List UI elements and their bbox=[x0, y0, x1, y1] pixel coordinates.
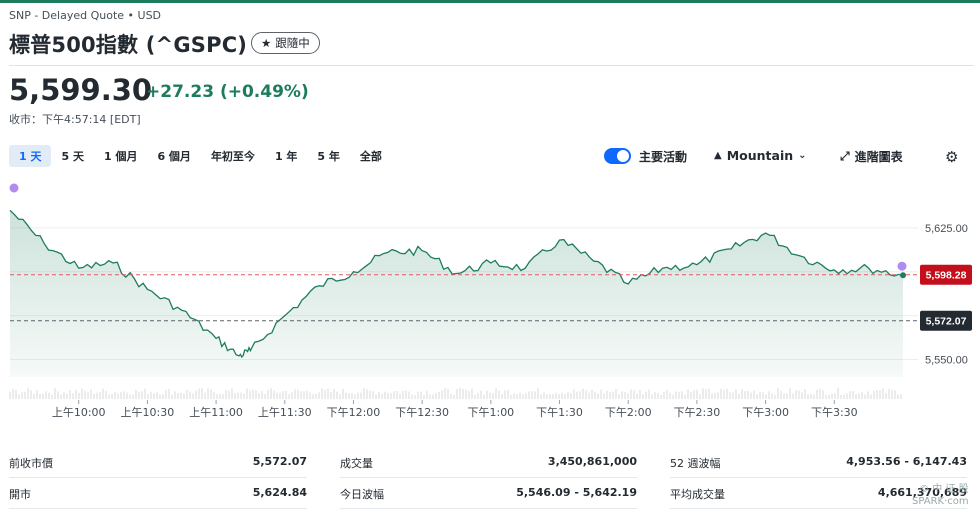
range-tab-all[interactable]: 全部 bbox=[350, 145, 392, 167]
change-value: +27.23 bbox=[146, 82, 215, 102]
header-divider bbox=[9, 65, 974, 66]
range-tab-5y[interactable]: 5 年 bbox=[307, 145, 349, 167]
expand-icon: ⤢ bbox=[840, 149, 850, 163]
follow-button[interactable]: ★ 跟隨中 bbox=[251, 32, 320, 54]
y-tick-label: 5,550.00 bbox=[925, 354, 968, 366]
event-marker bbox=[897, 261, 907, 271]
mountain-icon: ▲ bbox=[714, 150, 722, 161]
price-change: +27.23 (+0.49%) bbox=[146, 82, 309, 102]
y-tick-label: 5,625.00 bbox=[925, 223, 968, 235]
stat-label: 前收市價 bbox=[9, 457, 53, 470]
event-marker bbox=[9, 183, 19, 193]
watermark: © 中 证 股 SPARK·com bbox=[912, 484, 969, 508]
range-tab-6m[interactable]: 6 個月 bbox=[147, 145, 200, 167]
stat-row-divider bbox=[670, 508, 967, 509]
watermark-line1: © 中 证 股 bbox=[919, 484, 969, 495]
range-tab-1y[interactable]: 1 年 bbox=[265, 145, 307, 167]
current-price: 5,599.30 bbox=[9, 73, 153, 107]
x-tick-label: 下午3:00 bbox=[742, 406, 789, 419]
x-tick-label: 上午11:00 bbox=[189, 406, 243, 419]
stat-value: 5,546.09 - 5,642.19 bbox=[516, 486, 637, 499]
x-tick-label: 下午1:30 bbox=[536, 406, 583, 419]
page-title: 標普500指數 (^GSPC) bbox=[9, 33, 248, 57]
stat-row-divider bbox=[340, 508, 637, 509]
stat-row-divider bbox=[340, 477, 637, 478]
previous-close-flag: 5,572.07 bbox=[926, 316, 967, 328]
stat-label: 開市 bbox=[9, 488, 31, 501]
range-tab-ytd[interactable]: 年初至今 bbox=[201, 145, 265, 167]
key-events-toggle[interactable] bbox=[604, 148, 631, 164]
current-price-flag: 5,598.28 bbox=[926, 270, 967, 282]
exchange-info: SNP - Delayed Quote • USD bbox=[9, 9, 162, 22]
range-tabs: 1 天 5 天 1 個月 6 個月 年初至今 1 年 5 年 全部 bbox=[9, 145, 392, 167]
chart-type-label: Mountain bbox=[726, 148, 794, 163]
gear-icon[interactable]: ⚙ bbox=[945, 148, 958, 166]
x-tick-label: 下午12:30 bbox=[395, 406, 449, 419]
range-tab-1m[interactable]: 1 個月 bbox=[94, 145, 147, 167]
stat-label: 今日波幅 bbox=[340, 488, 384, 501]
range-tab-1d[interactable]: 1 天 bbox=[9, 145, 52, 167]
stat-row-divider bbox=[9, 477, 307, 478]
stat-value: 4,953.56 - 6,147.43 bbox=[846, 455, 967, 468]
x-tick-label: 下午2:00 bbox=[605, 406, 652, 419]
advanced-chart-label: 進階圖表 bbox=[854, 150, 903, 164]
x-tick-label: 下午2:30 bbox=[674, 406, 721, 419]
market-status: 收市：下午4:57:14 [EDT] bbox=[9, 113, 141, 126]
x-tick-label: 上午10:00 bbox=[52, 406, 106, 419]
chart-type-dropdown[interactable]: ▲ Mountain ⌄ bbox=[714, 148, 807, 163]
last-price-dot bbox=[900, 272, 906, 279]
stat-value: 3,450,861,000 bbox=[547, 455, 637, 468]
stat-label: 平均成交量 bbox=[670, 488, 725, 501]
price-chart: 5,625.00 5,550.00 5,598.28 5,572.07 上午10:00 上… bbox=[9, 183, 972, 419]
x-tick-label: 上午10:30 bbox=[121, 406, 175, 419]
chevron-down-icon: ⌄ bbox=[798, 150, 807, 161]
x-tick-label: 上午11:30 bbox=[258, 406, 312, 419]
stat-value: 5,624.84 bbox=[252, 486, 307, 499]
x-tick-label: 下午12:00 bbox=[327, 406, 381, 419]
stat-row-divider bbox=[670, 477, 967, 478]
stat-label: 52 週波幅 bbox=[670, 457, 721, 470]
x-tick-label: 下午3:30 bbox=[811, 406, 858, 419]
advanced-chart-link[interactable]: ⤢ 進階圖表 bbox=[840, 148, 903, 165]
x-tick-label: 下午1:00 bbox=[467, 406, 514, 419]
star-icon: ★ bbox=[261, 36, 272, 50]
follow-label: 跟隨中 bbox=[275, 36, 310, 50]
stat-value: 5,572.07 bbox=[252, 455, 307, 468]
range-tab-5d[interactable]: 5 天 bbox=[51, 145, 93, 167]
change-percent: (+0.49%) bbox=[219, 82, 309, 102]
stat-row-divider bbox=[9, 508, 307, 509]
top-accent-bar bbox=[0, 0, 980, 3]
stat-label: 成交量 bbox=[340, 457, 373, 470]
key-events-label: 主要活動 bbox=[639, 150, 688, 164]
watermark-line2: SPARK·com bbox=[912, 496, 969, 507]
